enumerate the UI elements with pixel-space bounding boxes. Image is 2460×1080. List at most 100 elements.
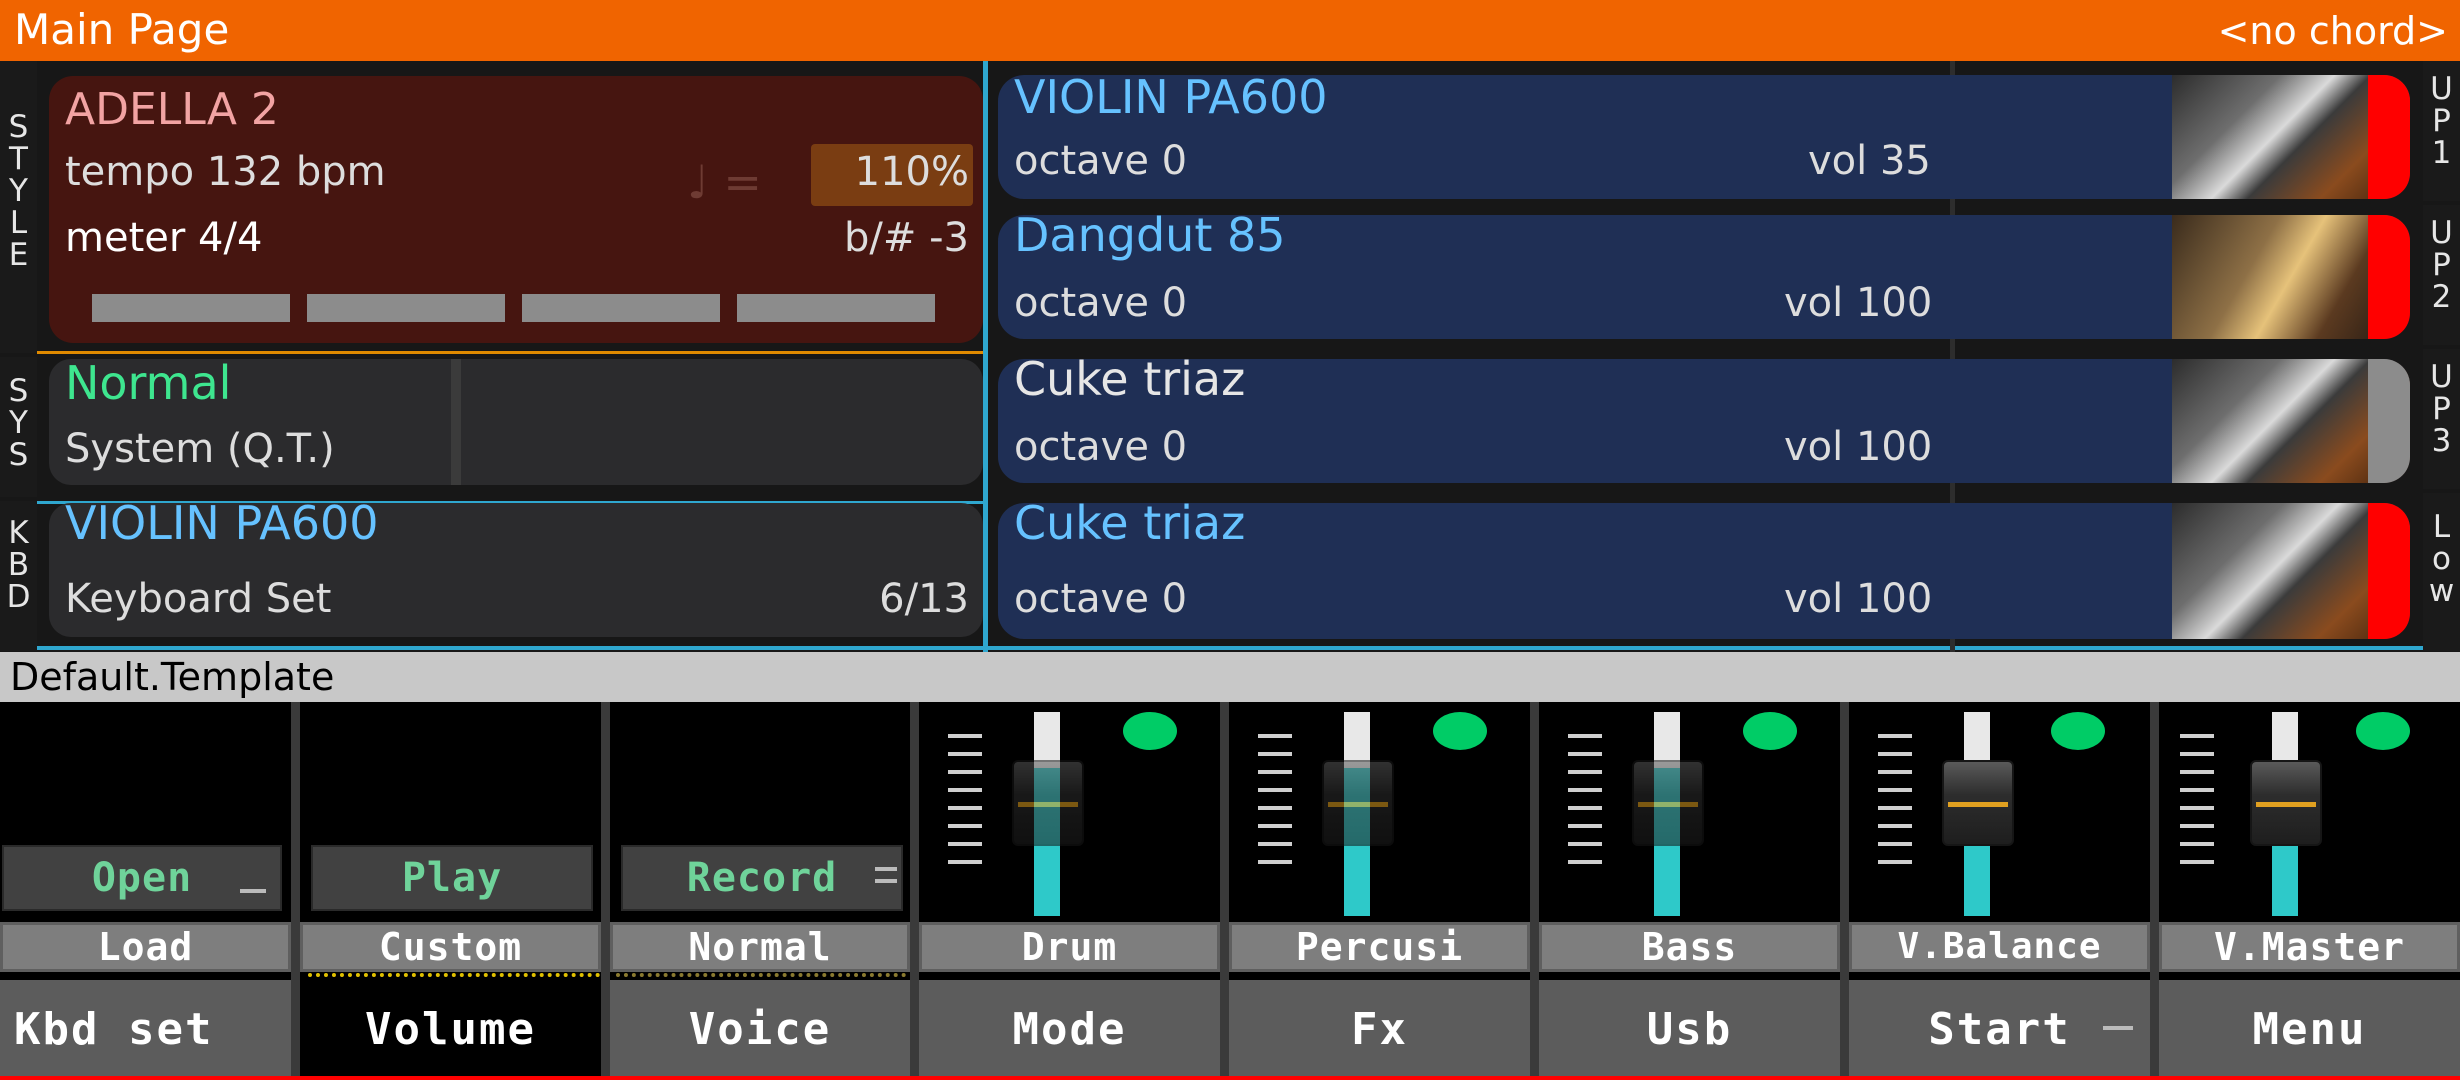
bottom-panel: Open Play Record Load Custom Normal Drum… (0, 702, 2460, 1080)
track-octave: octave 0 (1014, 576, 1188, 622)
load-button[interactable]: Load (0, 922, 291, 972)
tempo-percent: 110% (854, 149, 969, 195)
kbd-side-tab[interactable]: KBD (0, 501, 37, 651)
track-up3[interactable]: Cuke triaz octave 0 vol 100 (998, 359, 2410, 483)
track-volume: vol 35 (1808, 138, 1931, 184)
sys-divider (451, 359, 461, 485)
voice-tab[interactable]: Voice (610, 980, 910, 1080)
bass-led-indicator (1743, 712, 1797, 750)
open-button[interactable]: Open (2, 845, 282, 911)
bottom-cyan-line (37, 646, 2423, 650)
fader-scale (1568, 734, 1602, 884)
page-title: Main Page (14, 5, 230, 54)
column-separator (291, 702, 300, 1078)
fader-scale (1878, 734, 1912, 884)
mode-tab[interactable]: Mode (919, 980, 1220, 1080)
style-side-tab[interactable]: STYLE (0, 61, 37, 353)
up3-side-tab[interactable]: UP3 (2423, 349, 2460, 489)
vmaster-led-indicator (2356, 712, 2410, 750)
variation-bar-3[interactable] (522, 294, 720, 322)
fader-knob[interactable] (1942, 760, 2014, 846)
fader-knob[interactable] (1632, 760, 1704, 846)
fx-tab[interactable]: Fx (1229, 980, 1530, 1080)
note-equals-icon: ♩ = (687, 155, 762, 209)
app-root: Main Page <no chord> STYLE SYS KBD UP1 U… (0, 0, 2460, 1080)
record-button[interactable]: Record (621, 845, 903, 911)
bass-button[interactable]: Bass (1539, 922, 1840, 972)
volume-tab[interactable]: Volume (300, 980, 601, 1080)
track-up1[interactable]: VIOLIN PA600 octave 0 vol 35 (998, 75, 2410, 199)
track-on-indicator[interactable] (2368, 215, 2410, 339)
track-name: Dangdut 85 (1014, 215, 1286, 262)
variation-bar-4[interactable] (737, 294, 935, 322)
up1-side-tab[interactable]: UP1 (2423, 61, 2460, 201)
bass-fader[interactable] (1530, 702, 1840, 916)
kbd-name: VIOLIN PA600 (65, 496, 379, 550)
chord-display: <no chord> (2217, 9, 2448, 53)
track-volume: vol 100 (1784, 576, 1933, 622)
track-volume: vol 100 (1784, 424, 1933, 470)
style-panel[interactable]: ADELLA 2 tempo 132 bpm meter 4/4 ♩ = 110… (49, 76, 983, 343)
top-section: STYLE SYS KBD UP1 UP2 UP3 Low ADELLA 2 t… (0, 61, 2460, 652)
grip-icon (875, 867, 897, 871)
low-side-tab[interactable]: Low (2423, 493, 2460, 651)
fader-scale (2180, 734, 2214, 884)
fader-knob[interactable] (1012, 760, 1084, 846)
template-bar: Default.Template (0, 652, 2460, 702)
sys-label: System (Q.T.) (65, 426, 335, 472)
grip-icon (2103, 1026, 2133, 1030)
custom-button[interactable]: Custom (300, 922, 601, 972)
sys-mode: Normal (65, 356, 232, 410)
grip-icon (240, 889, 266, 893)
title-bar: Main Page <no chord> (0, 0, 2460, 61)
kbd-panel[interactable]: VIOLIN PA600 Keyboard Set 6/13 (49, 499, 983, 637)
fader-scale (1258, 734, 1292, 884)
sys-panel[interactable]: Normal System (Q.T.) (49, 359, 983, 485)
selection-underline (616, 973, 906, 977)
track-off-indicator[interactable] (2368, 359, 2410, 483)
play-button[interactable]: Play (311, 845, 593, 911)
kbd-count: 6/13 (879, 576, 969, 622)
vmaster-fader[interactable] (2150, 702, 2460, 916)
percusi-fader[interactable] (1220, 702, 1530, 916)
fader-knob[interactable] (1322, 760, 1394, 846)
track-up2[interactable]: Dangdut 85 octave 0 vol 100 (998, 215, 2410, 339)
menu-tab[interactable]: Menu (2159, 980, 2460, 1080)
usb-tab[interactable]: Usb (1539, 980, 1840, 1080)
bottom-edge-line (0, 1076, 2460, 1080)
drum-led-indicator (1123, 712, 1177, 750)
track-octave: octave 0 (1014, 280, 1188, 326)
track-name: Cuke triaz (1014, 503, 1246, 550)
variation-bar-2[interactable] (307, 294, 505, 322)
vbalance-led-indicator (2051, 712, 2105, 750)
track-octave: octave 0 (1014, 138, 1188, 184)
kbd-set-tab[interactable]: Kbd set (0, 980, 291, 1080)
sys-side-tab[interactable]: SYS (0, 357, 37, 497)
meter-label: meter 4/4 (65, 215, 263, 261)
drum-button[interactable]: Drum (919, 922, 1220, 972)
normal-button[interactable]: Normal (610, 922, 910, 972)
grip-icon (875, 879, 897, 883)
track-on-indicator[interactable] (2368, 75, 2410, 199)
track-low[interactable]: Cuke triaz octave 0 vol 100 (998, 503, 2410, 639)
vmaster-button[interactable]: V.Master (2159, 922, 2460, 972)
tempo-label: tempo 132 bpm (65, 149, 386, 195)
fader-knob[interactable] (2250, 760, 2322, 846)
vbalance-button[interactable]: V.Balance (1849, 922, 2150, 972)
vbalance-fader[interactable] (1840, 702, 2150, 916)
start-tab[interactable]: Start (1849, 980, 2150, 1080)
up2-side-tab[interactable]: UP2 (2423, 205, 2460, 345)
key-signature: b/# -3 (844, 215, 969, 261)
track-on-indicator[interactable] (2368, 503, 2410, 639)
track-volume: vol 100 (1784, 280, 1933, 326)
track-octave: octave 0 (1014, 424, 1188, 470)
variation-bar-1[interactable] (92, 294, 290, 322)
kbd-label: Keyboard Set (65, 576, 332, 622)
percusi-button[interactable]: Percusi (1229, 922, 1530, 972)
selection-underline (308, 973, 600, 977)
percusi-led-indicator (1433, 712, 1487, 750)
track-name: Cuke triaz (1014, 359, 1246, 406)
fader-scale (948, 734, 982, 884)
center-divider (983, 61, 988, 652)
drum-fader[interactable] (910, 702, 1220, 916)
